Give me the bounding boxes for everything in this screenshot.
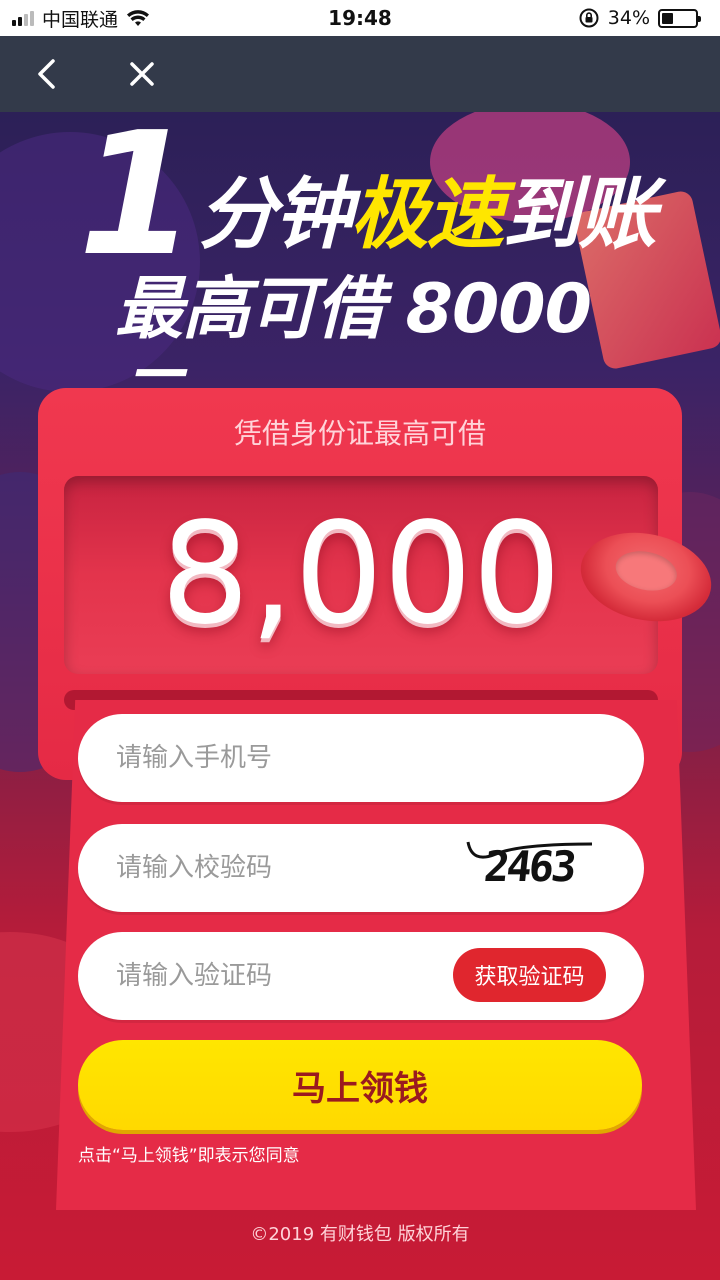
- status-left: 中国联通: [12, 5, 150, 32]
- wifi-icon: [127, 10, 150, 26]
- headline-line1: 分钟极速到账: [198, 160, 656, 270]
- phone-input[interactable]: [116, 743, 446, 773]
- headline-part1: 分钟: [198, 170, 352, 260]
- agreement-text: 点击“马上领钱”即表示您同意: [78, 1142, 578, 1170]
- headline-part2: 到账: [502, 170, 656, 260]
- headline-highlight: 极速: [350, 170, 504, 260]
- chevron-left-icon: [38, 59, 55, 89]
- panel-title: 凭借身份证最高可借: [233, 417, 486, 450]
- rotation-lock-icon: [579, 8, 599, 28]
- loan-amount: 8,000: [160, 493, 562, 656]
- signal-icon: [12, 10, 34, 26]
- copyright: ©2019 有财钱包 版权所有: [250, 1224, 470, 1245]
- status-bar: 中国联通 19:48 34%: [0, 0, 720, 36]
- phone-field: [78, 714, 644, 802]
- get-money-button[interactable]: 马上领钱: [78, 1040, 642, 1130]
- close-button[interactable]: [122, 54, 162, 94]
- captcha-image[interactable]: 2463: [461, 836, 597, 896]
- back-button[interactable]: [26, 54, 66, 94]
- sms-code-input[interactable]: [116, 961, 446, 991]
- carrier-name: 中国联通: [42, 8, 119, 31]
- status-right: 34%: [578, 7, 701, 29]
- headline-sub: 最高可借 8000元: [115, 270, 592, 439]
- close-icon: [130, 62, 154, 86]
- captcha-input[interactable]: [116, 853, 446, 883]
- headline-number: 1: [78, 96, 196, 294]
- agreement-label: 点击“马上领钱”即表示您同意: [78, 1146, 300, 1166]
- status-time: 19:48: [328, 6, 392, 30]
- get-sms-code-button[interactable]: 获取验证码: [453, 948, 606, 1002]
- battery-percent: 34%: [607, 7, 650, 29]
- battery-level: [662, 12, 673, 24]
- battery-icon: [658, 8, 701, 28]
- headline-main: 1 分钟极速到账: [78, 96, 698, 294]
